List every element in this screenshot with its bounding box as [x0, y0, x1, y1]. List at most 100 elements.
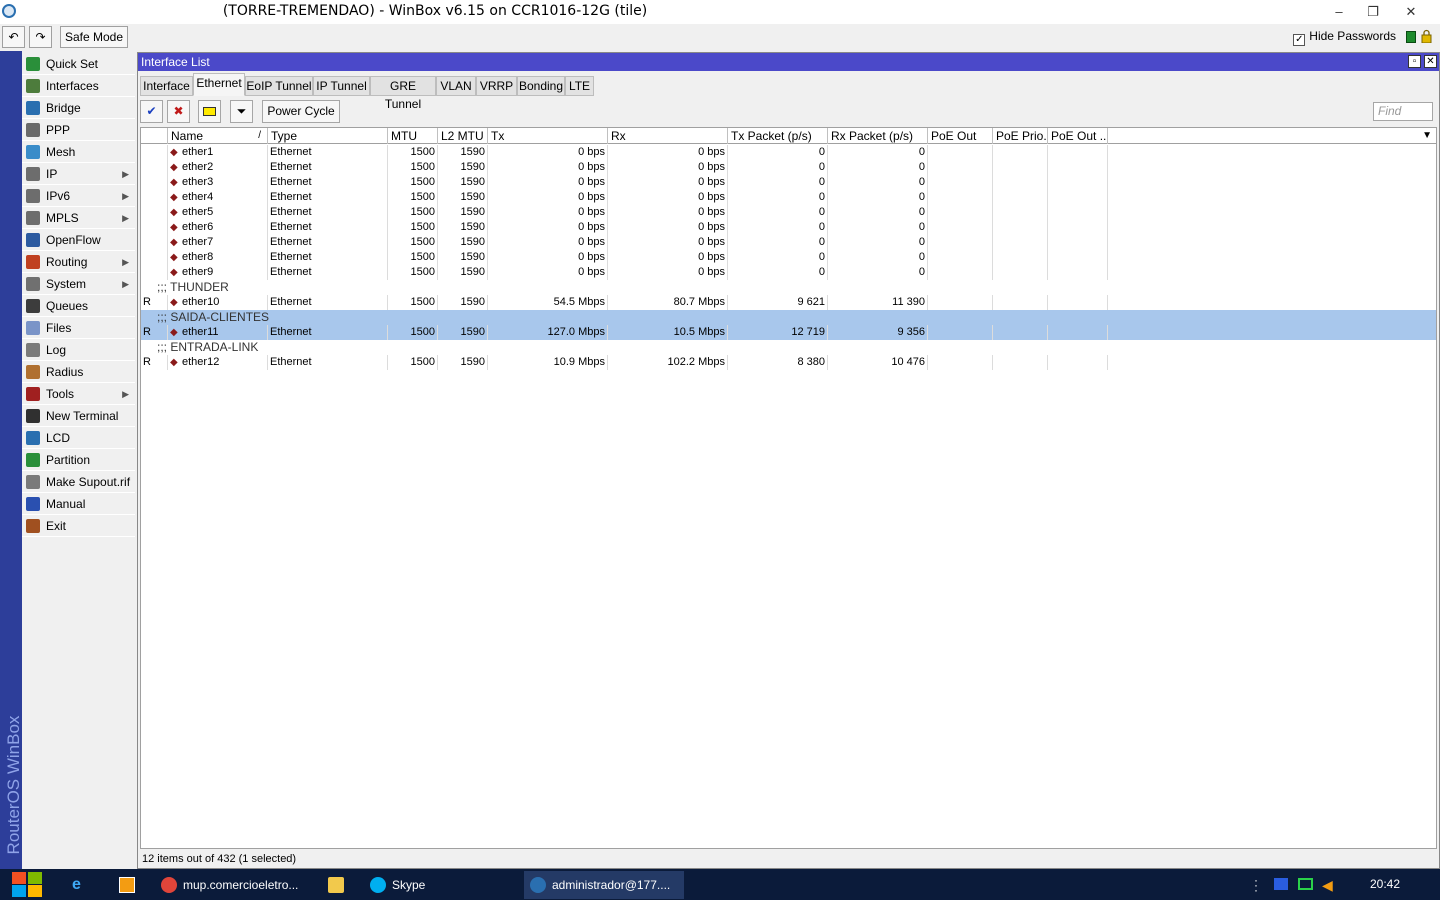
table-row[interactable]: R ◆ ether11 Ethernet 1500 1590 127.0 Mbps 10.5 …: [141, 325, 1436, 340]
interface-list-title: Interface List: [141, 55, 210, 69]
tab-lte[interactable]: LTE: [565, 76, 594, 96]
sidebar-item-partition[interactable]: Partition: [22, 449, 135, 471]
sidebar-item-tools[interactable]: Tools ▶: [22, 383, 135, 405]
close-button[interactable]: ✕: [1396, 2, 1426, 22]
column-header-label: Tx: [491, 129, 505, 143]
column-header-poe-out[interactable]: PoE Out ...: [1048, 128, 1108, 144]
cell-flag: R: [141, 325, 168, 340]
column-header-tx[interactable]: Tx: [488, 128, 608, 144]
sidebar-item-ipv6[interactable]: IPv6 ▶: [22, 185, 135, 207]
sidebar-item-mpls[interactable]: MPLS ▶: [22, 207, 135, 229]
cell-rx: 0 bps: [608, 190, 728, 205]
tab-ethernet[interactable]: Ethernet: [193, 73, 245, 96]
table-row[interactable]: ◆ ether3 Ethernet 1500 1590 0 bps 0 bps 0 0: [141, 175, 1436, 190]
sidebar-item-queues[interactable]: Queues: [22, 295, 135, 317]
table-row[interactable]: ◆ ether7 Ethernet 1500 1590 0 bps 0 bps 0 0: [141, 235, 1436, 250]
tab-bonding[interactable]: Bonding: [517, 76, 565, 96]
column-chooser-dropdown-icon[interactable]: ▼: [1422, 128, 1432, 144]
volume-icon[interactable]: ◀: [1322, 877, 1333, 894]
undo-button[interactable]: ↶: [2, 26, 25, 48]
table-row[interactable]: ◆ ether6 Ethernet 1500 1590 0 bps 0 bps 0 0: [141, 220, 1436, 235]
column-header-flag[interactable]: [141, 128, 168, 144]
window-close-icon[interactable]: ✕: [1424, 55, 1437, 68]
table-row[interactable]: ◆ ether2 Ethernet 1500 1590 0 bps 0 bps 0 0: [141, 160, 1436, 175]
sidebar-item-openflow[interactable]: OpenFlow: [22, 229, 135, 251]
column-header-tx-packet-p-s[interactable]: Tx Packet (p/s): [728, 128, 828, 144]
column-header-poe-out[interactable]: PoE Out: [928, 128, 993, 144]
minimize-button[interactable]: –: [1324, 2, 1354, 22]
sidebar-item-new-terminal[interactable]: New Terminal: [22, 405, 135, 427]
sidebar-item-log[interactable]: Log: [22, 339, 135, 361]
taskbar-item[interactable]: administrador@177....: [524, 871, 684, 899]
table-row[interactable]: ◆ ether1 Ethernet 1500 1590 0 bps 0 bps 0 0: [141, 145, 1436, 160]
sidebar-item-ip[interactable]: IP ▶: [22, 163, 135, 185]
power-cycle-button[interactable]: Power Cycle: [262, 100, 340, 123]
sidebar-item-make-supout-rif[interactable]: Make Supout.rif: [22, 471, 135, 493]
column-header-poe-prio[interactable]: PoE Prio...: [993, 128, 1048, 144]
sidebar-item-manual[interactable]: Manual: [22, 493, 135, 515]
comment-row[interactable]: ;;; ENTRADA-LINK: [141, 340, 1436, 355]
taskbar-item[interactable]: [322, 871, 356, 899]
taskbar-clock[interactable]: 20:42: [1370, 869, 1400, 900]
safe-mode-button[interactable]: Safe Mode: [60, 26, 128, 48]
filter-button[interactable]: ⏷: [230, 100, 253, 123]
hide-passwords-checkbox[interactable]: ✓: [1293, 34, 1306, 46]
tab-vrrp[interactable]: VRRP: [476, 76, 517, 96]
window-restore-icon[interactable]: ▫: [1408, 55, 1421, 68]
tab-gre-tunnel[interactable]: GRE Tunnel: [370, 76, 436, 111]
sidebar-item-interfaces[interactable]: Interfaces: [22, 75, 135, 97]
sidebar-item-label: Bridge: [46, 101, 81, 115]
sidebar-item-routing[interactable]: Routing ▶: [22, 251, 135, 273]
cell-value: 0: [918, 221, 925, 233]
table-row[interactable]: R ◆ ether10 Ethernet 1500 1590 54.5 Mbps 80.7 M…: [141, 295, 1436, 310]
table-row[interactable]: ◆ ether9 Ethernet 1500 1590 0 bps 0 bps 0 0: [141, 265, 1436, 280]
cell-type: Ethernet: [268, 220, 388, 235]
sidebar-item-lcd[interactable]: LCD: [22, 427, 135, 449]
comment-button[interactable]: [198, 100, 221, 123]
cell-value: 10 476: [891, 356, 925, 368]
disable-button[interactable]: ✖: [167, 100, 190, 123]
restore-button[interactable]: ❐: [1358, 2, 1388, 22]
tab-eoip-tunnel[interactable]: EoIP Tunnel: [245, 76, 313, 96]
column-header-type[interactable]: Type: [268, 128, 388, 144]
cell-poe: [928, 175, 993, 190]
tab-ip-tunnel[interactable]: IP Tunnel: [313, 76, 370, 96]
sidebar-item-mesh[interactable]: Mesh: [22, 141, 135, 163]
enable-button[interactable]: ✔: [140, 100, 163, 123]
sidebar-item-radius[interactable]: Radius: [22, 361, 135, 383]
sidebar-item-exit[interactable]: Exit: [22, 515, 135, 537]
media-player-icon[interactable]: [119, 877, 135, 893]
table-row[interactable]: ◆ ether5 Ethernet 1500 1590 0 bps 0 bps 0 0: [141, 205, 1436, 220]
sidebar-item-bridge[interactable]: Bridge: [22, 97, 135, 119]
cell-value: 0: [818, 146, 825, 158]
table-row[interactable]: R ◆ ether12 Ethernet 1500 1590 10.9 Mbps 102.2 …: [141, 355, 1436, 370]
ie-icon[interactable]: e: [72, 877, 90, 893]
start-button[interactable]: [10, 871, 44, 898]
sidebar-item-system[interactable]: System ▶: [22, 273, 135, 295]
sidebar-item-files[interactable]: Files: [22, 317, 135, 339]
sidebar-item-ppp[interactable]: PPP: [22, 119, 135, 141]
column-header-mtu[interactable]: MTU: [388, 128, 438, 144]
tab-vlan[interactable]: VLAN: [436, 76, 476, 96]
tab-interface[interactable]: Interface: [140, 76, 193, 96]
column-header-rx[interactable]: Rx: [608, 128, 728, 144]
column-header-name[interactable]: Name /: [168, 128, 268, 144]
find-input[interactable]: Find: [1373, 102, 1433, 121]
sidebar-item-label: Make Supout.rif: [46, 475, 131, 489]
tray-overflow-icon[interactable]: · · ·: [1254, 874, 1258, 896]
cell-value: R: [143, 296, 151, 308]
column-header-l2-mtu[interactable]: L2 MTU: [438, 128, 488, 144]
taskbar-item[interactable]: mup.comercioeletro...: [155, 871, 313, 899]
column-header-rx-packet-p-s[interactable]: Rx Packet (p/s): [828, 128, 928, 144]
comment-row[interactable]: ;;; THUNDER: [141, 280, 1436, 295]
comment-row[interactable]: ;;; SAIDA-CLIENTES: [141, 310, 1436, 325]
cell-value: 0 bps: [698, 206, 725, 218]
network-icon[interactable]: [1298, 878, 1313, 890]
taskbar-item[interactable]: Skype: [364, 871, 514, 899]
sidebar-item-quick-set[interactable]: Quick Set: [22, 53, 135, 75]
flag-icon[interactable]: [1274, 878, 1288, 890]
redo-button[interactable]: ↷: [29, 26, 52, 48]
table-row[interactable]: ◆ ether8 Ethernet 1500 1590 0 bps 0 bps 0 0: [141, 250, 1436, 265]
table-row[interactable]: ◆ ether4 Ethernet 1500 1590 0 bps 0 bps 0 0: [141, 190, 1436, 205]
hide-passwords-toggle[interactable]: ✓ Hide Passwords: [1293, 29, 1396, 46]
